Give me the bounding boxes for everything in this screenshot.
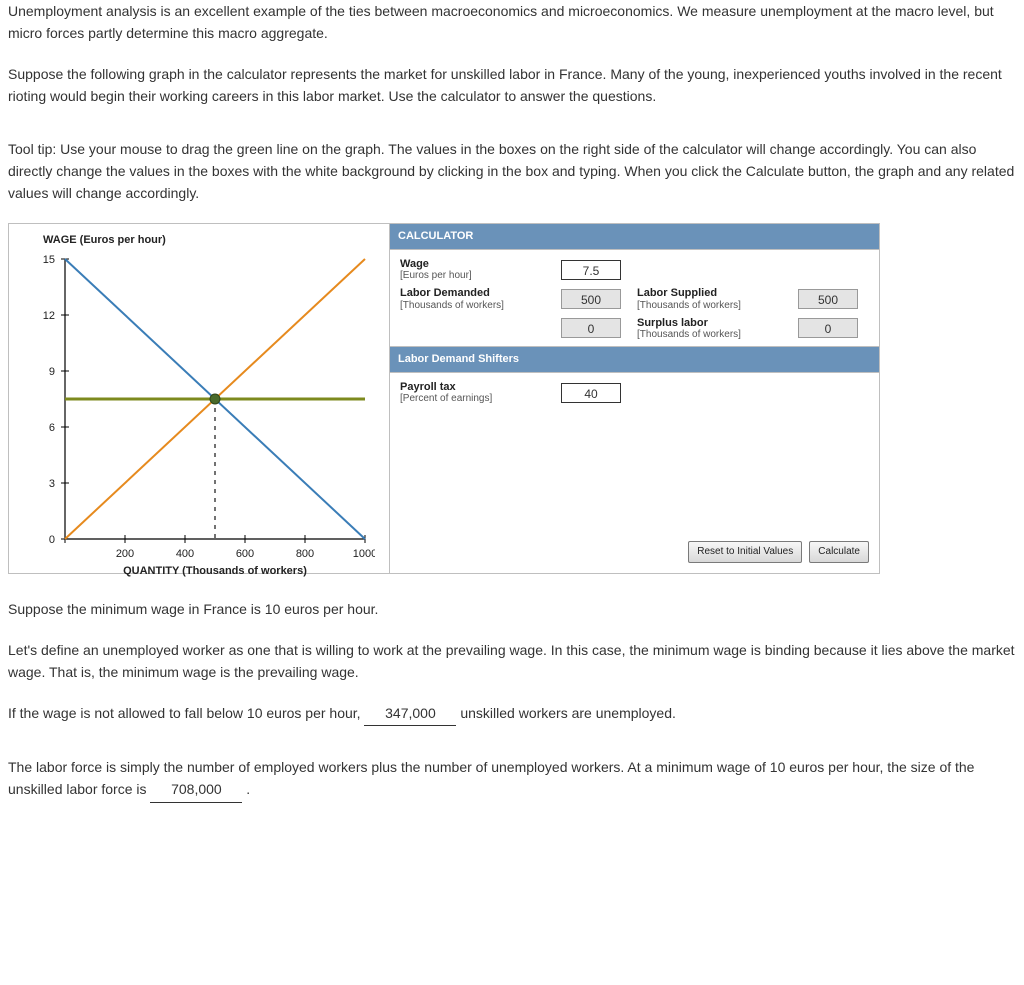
svg-text:1000: 1000 [353, 548, 375, 560]
calculator-panel: CALCULATOR Wage [Euros per hour] 7.5 Lab… [389, 224, 879, 574]
wage-label: Wage [Euros per hour] [400, 258, 555, 281]
calculator-header: CALCULATOR [390, 224, 879, 251]
calculator-tool: WAGE (Euros per hour) 0 3 [8, 223, 880, 575]
intro-paragraph-1: Unemployment analysis is an excellent ex… [8, 0, 1016, 45]
gap-value: 0 [561, 318, 621, 338]
svg-text:3: 3 [49, 478, 55, 490]
labor-demanded-label: Labor Demanded [Thousands of workers] [400, 287, 555, 310]
question-unemployed: If the wage is not allowed to fall below… [8, 702, 1016, 726]
wage-input[interactable]: 7.5 [561, 260, 621, 280]
surplus-labor-label: Surplus labor [Thousands of workers] [637, 317, 792, 340]
tooltip-paragraph: Tool tip: Use your mouse to drag the gre… [8, 138, 1016, 205]
svg-text:9: 9 [49, 366, 55, 378]
svg-text:400: 400 [176, 548, 194, 560]
svg-text:QUANTITY (Thousands of workers: QUANTITY (Thousands of workers) [123, 565, 307, 577]
shifter-header: Labor Demand Shifters [390, 346, 879, 374]
svg-text:800: 800 [296, 548, 314, 560]
svg-text:0: 0 [49, 534, 55, 546]
svg-text:200: 200 [116, 548, 134, 560]
graph-panel: WAGE (Euros per hour) 0 3 [9, 224, 389, 574]
minwage-paragraph: Suppose the minimum wage in France is 10… [8, 598, 1016, 620]
svg-text:15: 15 [43, 254, 55, 266]
supply-demand-chart[interactable]: 0 3 6 9 12 15 200 4 [15, 249, 375, 569]
surplus-labor-value: 0 [798, 318, 858, 338]
svg-text:600: 600 [236, 548, 254, 560]
definition-paragraph: Let's define an unemployed worker as one… [8, 639, 1016, 684]
svg-text:12: 12 [43, 310, 55, 322]
equilibrium-point[interactable] [210, 394, 220, 404]
answer-laborforce[interactable]: 708,000 [150, 778, 242, 802]
graph-y-axis-label: WAGE (Euros per hour) [15, 228, 385, 250]
svg-text:6: 6 [49, 422, 55, 434]
answer-unemployed[interactable]: 347,000 [364, 702, 456, 726]
labor-supplied-label: Labor Supplied [Thousands of workers] [637, 287, 792, 310]
payroll-tax-input[interactable]: 40 [561, 383, 621, 403]
reset-button[interactable]: Reset to Initial Values [688, 541, 802, 563]
payroll-tax-label: Payroll tax [Percent of earnings] [400, 381, 555, 404]
labor-demanded-value: 500 [561, 289, 621, 309]
intro-paragraph-2: Suppose the following graph in the calcu… [8, 63, 1016, 108]
question-laborforce: The labor force is simply the number of … [8, 756, 1016, 803]
calculate-button[interactable]: Calculate [809, 541, 869, 563]
labor-supplied-value: 500 [798, 289, 858, 309]
